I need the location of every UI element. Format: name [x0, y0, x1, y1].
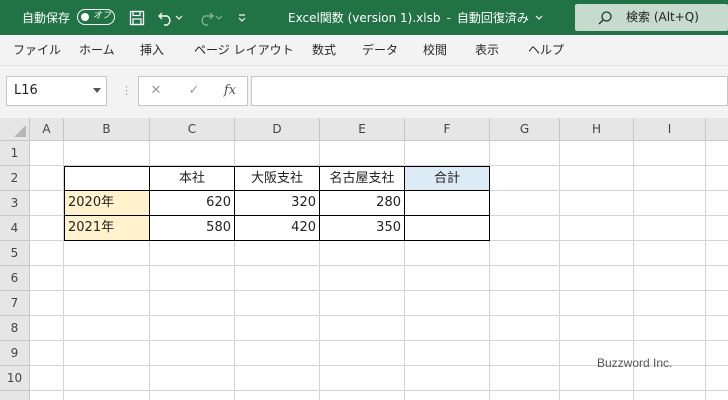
column-header-d[interactable]: D: [235, 118, 320, 141]
row-header-10[interactable]: 10: [0, 366, 30, 391]
header-nagoya[interactable]: 名古屋支社: [320, 166, 405, 191]
title-separator: -: [446, 10, 451, 25]
table-corner-cell[interactable]: [64, 166, 150, 191]
autosave-toggle[interactable]: オフ: [77, 9, 115, 25]
cell-2020-honsha[interactable]: 620: [150, 191, 235, 216]
save-state: 自動回復済み: [456, 11, 529, 25]
chevron-down-icon[interactable]: [93, 88, 101, 93]
select-all-icon: [14, 125, 26, 137]
cell-2021-honsha[interactable]: 580: [150, 216, 235, 241]
chevron-down-icon: [535, 15, 543, 20]
formula-buttons: ✕ ✓ fx: [138, 76, 248, 106]
formula-input[interactable]: [251, 76, 728, 106]
cell-2020-nagoya[interactable]: 280: [320, 191, 405, 216]
tab-home[interactable]: ホーム: [79, 35, 115, 66]
formula-spacer: [0, 106, 728, 118]
cell-2021-total[interactable]: [405, 216, 490, 241]
header-honsha[interactable]: 本社: [150, 166, 235, 191]
undo-dropdown-icon[interactable]: [174, 8, 184, 28]
formula-bar: L16 ⋮ ✕ ✓ fx: [0, 76, 728, 106]
ribbon-spacer: [0, 66, 728, 76]
file-name: Excel関数 (version 1).xlsb: [288, 11, 441, 25]
row-header-8[interactable]: 8: [0, 316, 30, 341]
toggle-knob: [81, 12, 89, 21]
row-header-9[interactable]: 9: [0, 341, 30, 366]
row-header-6[interactable]: 6: [0, 266, 30, 291]
name-box-value: L16: [14, 83, 38, 98]
column-header-f[interactable]: F: [405, 118, 490, 141]
tab-file[interactable]: ファイル: [13, 35, 61, 66]
autosave-label: 自動保存: [22, 11, 71, 25]
row-header-4[interactable]: 4: [0, 216, 30, 241]
cell-2020-total[interactable]: [405, 191, 490, 216]
tab-formulas[interactable]: 数式: [312, 35, 336, 66]
redo-dropdown-icon: [214, 8, 224, 28]
insert-function-icon[interactable]: fx: [219, 77, 241, 105]
tab-view[interactable]: 表示: [475, 35, 499, 66]
title-bar: 自動保存 オフ Excel関数 (version 1).xlsb - 自動回復済…: [0, 0, 728, 35]
header-osaka[interactable]: 大阪支社: [235, 166, 320, 191]
header-total[interactable]: 合計: [405, 166, 490, 191]
tab-help[interactable]: ヘルプ: [528, 35, 564, 66]
redo-icon[interactable]: [196, 8, 216, 28]
column-header-b[interactable]: B: [64, 118, 150, 141]
row-header-3[interactable]: 3: [0, 191, 30, 216]
row-label-2020[interactable]: 2020年: [64, 191, 150, 216]
row-header-11[interactable]: [0, 391, 30, 400]
cell-2021-osaka[interactable]: 420: [235, 216, 320, 241]
cell-2021-nagoya[interactable]: 350: [320, 216, 405, 241]
undo-icon[interactable]: [156, 8, 176, 28]
search-label: 検索 (Alt+Q): [626, 10, 699, 24]
row-header-7[interactable]: 7: [0, 291, 30, 316]
column-header-g[interactable]: G: [490, 118, 560, 141]
autosave-state: オフ: [93, 11, 112, 21]
enter-icon[interactable]: ✓: [183, 77, 205, 105]
name-box[interactable]: L16: [6, 76, 107, 106]
tab-review[interactable]: 校閲: [423, 35, 447, 66]
watermark: Buzzword Inc.: [597, 356, 673, 370]
row-header-2[interactable]: 2: [0, 166, 30, 191]
row-header-5[interactable]: 5: [0, 241, 30, 266]
select-all-button[interactable]: [0, 118, 30, 141]
column-header-c[interactable]: C: [150, 118, 235, 141]
cancel-icon[interactable]: ✕: [145, 77, 167, 105]
column-header-i[interactable]: I: [634, 118, 706, 141]
ribbon-tabs: ファイル ホーム 挿入 ページ レイアウト 数式 データ 校閲 表示 ヘルプ: [0, 35, 728, 66]
worksheet-grid[interactable]: A B C D E F G H I 1 2 3 4 5 6 7 8 9 10 本…: [0, 118, 728, 400]
column-header-h[interactable]: H: [560, 118, 634, 141]
column-header-e[interactable]: E: [320, 118, 405, 141]
cell-2020-osaka[interactable]: 320: [235, 191, 320, 216]
column-header-a[interactable]: A: [30, 118, 64, 141]
tab-data[interactable]: データ: [362, 35, 398, 66]
tab-page-layout[interactable]: ページ レイアウト: [194, 35, 294, 66]
search-box[interactable]: 検索 (Alt+Q): [575, 4, 728, 31]
customize-icon[interactable]: [232, 8, 252, 28]
document-title[interactable]: Excel関数 (version 1).xlsb - 自動回復済み: [288, 0, 543, 35]
save-icon[interactable]: [127, 8, 147, 28]
tab-insert[interactable]: 挿入: [140, 35, 164, 66]
more-options-icon[interactable]: ⋮: [121, 84, 132, 98]
row-label-2021[interactable]: 2021年: [64, 216, 150, 241]
column-header-next[interactable]: [706, 118, 728, 141]
row-header-1[interactable]: 1: [0, 141, 30, 166]
search-icon: [598, 11, 612, 25]
